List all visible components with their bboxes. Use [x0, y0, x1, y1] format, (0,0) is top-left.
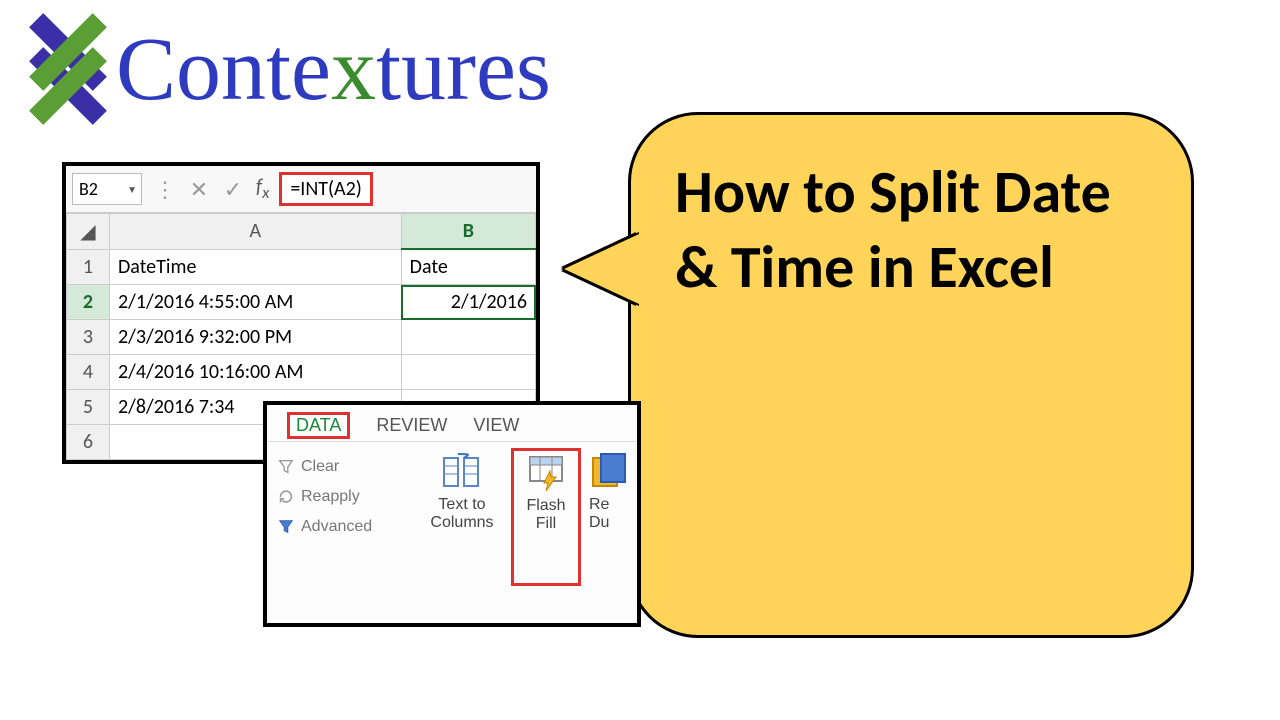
formula-bar: B2 ▼ ⋮ ✕ ✓ fx =INT(A2)	[66, 166, 536, 213]
brand-logo: Contextures	[28, 18, 551, 121]
tab-review[interactable]: REVIEW	[376, 415, 447, 436]
text-to-columns-icon	[442, 452, 482, 492]
row-header[interactable]: 4	[67, 355, 110, 390]
row-header[interactable]: 1	[67, 249, 110, 285]
title-callout: How to Split Date & Time in Excel	[628, 112, 1194, 638]
advanced-button[interactable]: Advanced	[277, 512, 372, 542]
cell[interactable]: 2/1/2016 4:55:00 AM	[110, 285, 402, 320]
select-all-corner[interactable]: ◢	[67, 214, 110, 250]
flash-fill-icon	[526, 453, 566, 493]
logo-mark-icon	[28, 30, 108, 110]
tab-data[interactable]: DATA	[287, 412, 350, 439]
row-header[interactable]: 2	[67, 285, 110, 320]
excel-ribbon: DATA REVIEW VIEW Clear Reapply Advanced	[263, 401, 641, 627]
col-header-b[interactable]: B	[401, 214, 535, 250]
formula-text[interactable]: =INT(A2)	[279, 172, 373, 206]
sort-filter-group: Clear Reapply Advanced	[267, 448, 413, 586]
name-box-value: B2	[79, 178, 98, 200]
vdots-icon: ⋮	[148, 176, 182, 203]
reapply-button[interactable]: Reapply	[277, 482, 360, 512]
reapply-icon	[277, 488, 295, 506]
row-header[interactable]: 6	[67, 425, 110, 460]
cell[interactable]: 2/4/2016 10:16:00 AM	[110, 355, 402, 390]
bubble-tail-icon	[564, 234, 639, 304]
selected-cell[interactable]: 2/1/2016	[401, 285, 535, 320]
fx-icon[interactable]: fx	[250, 175, 275, 203]
text-to-columns-button[interactable]: Text to Columns	[413, 448, 511, 586]
clear-button[interactable]: Clear	[277, 452, 339, 482]
tab-view[interactable]: VIEW	[473, 415, 519, 436]
cell[interactable]: Date	[401, 249, 535, 285]
remove-duplicates-icon	[589, 452, 629, 492]
cell[interactable]	[401, 355, 535, 390]
flash-fill-button[interactable]: Flash Fill	[511, 448, 581, 586]
clear-icon	[277, 458, 295, 476]
name-box[interactable]: B2 ▼	[72, 173, 142, 205]
ribbon-tabs: DATA REVIEW VIEW	[267, 405, 637, 442]
cell[interactable]	[401, 320, 535, 355]
cell[interactable]: DateTime	[110, 249, 402, 285]
col-header-a[interactable]: A	[110, 214, 402, 250]
row-header[interactable]: 3	[67, 320, 110, 355]
cancel-icon[interactable]: ✕	[182, 176, 216, 203]
logo-text: Contextures	[116, 18, 551, 121]
enter-icon[interactable]: ✓	[216, 176, 250, 203]
caret-down-icon: ▼	[127, 183, 141, 196]
callout-text: How to Split Date & Time in Excel	[631, 115, 1191, 345]
advanced-icon	[277, 518, 295, 536]
cell[interactable]: 2/3/2016 9:32:00 PM	[110, 320, 402, 355]
remove-duplicates-button[interactable]: Re Du	[581, 448, 633, 586]
row-header[interactable]: 5	[67, 390, 110, 425]
